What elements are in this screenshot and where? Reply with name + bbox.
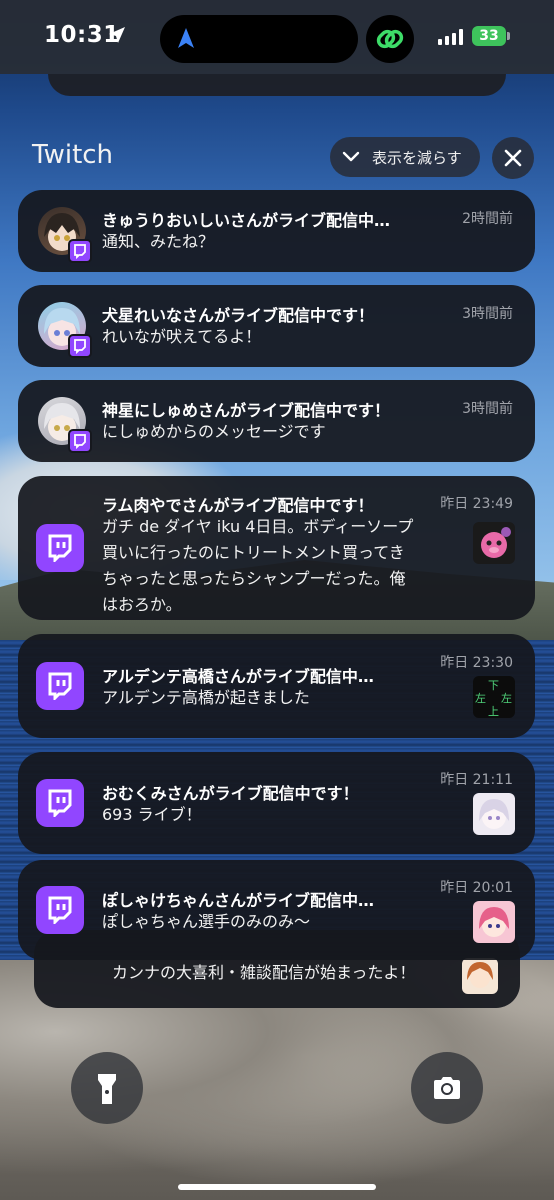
thumbnail-text: 左 (501, 692, 512, 705)
notification-time: 昨日 23:30 (440, 655, 513, 671)
navigation-icon (178, 28, 194, 48)
notification-body: にしゅめからのメッセージです (102, 422, 326, 441)
stream-thumbnail (462, 958, 498, 994)
notification-title: きゅうりおいしいさんがライブ配信中… (102, 211, 391, 230)
notification-time: 3時間前 (462, 401, 513, 417)
notification-time: 昨日 20:01 (440, 880, 513, 896)
notification-time: 2時間前 (462, 211, 513, 227)
notification-title: 神星にしゅめさんがライブ配信中です！ (102, 401, 391, 420)
battery-level: 33 (479, 28, 499, 44)
thumbnail-text: 上 (488, 705, 499, 718)
twitch-icon (36, 886, 84, 934)
thumbnail-text: 左 (475, 692, 486, 705)
notification-title: おむくみさんがライブ配信中です！ (102, 784, 359, 803)
notification-body-line: ちゃったと思ったらシャンプーだった。俺 (102, 569, 406, 588)
notification-body: ガチ de ダイヤ iku 4日目。ボディーソープ 買いに行ったのにトリートメン… (102, 514, 413, 618)
notification-body: ぽしゃちゃん選手のみのみ～ (102, 912, 311, 931)
status-bar: 10:31 33 (0, 0, 554, 74)
stream-thumbnail: 下 左 左 上 (473, 676, 515, 718)
notification-time: 昨日 23:49 (440, 496, 513, 512)
notification-body-line: 買いに行ったのにトリートメント買ってき (102, 543, 405, 562)
notification-body: カンナの大喜利・雑談配信が始まったよ！ (112, 963, 416, 982)
twitch-icon (68, 429, 92, 453)
notification-card[interactable]: ぽしゃけちゃんさんがライブ配信中… 昨日 20:01 ぽしゃちゃん選手のみのみ～ (18, 860, 535, 960)
notification-time: 3時間前 (462, 306, 513, 322)
notification-card[interactable]: ラム肉やでさんがライブ配信中です！ 昨日 23:49 ガチ de ダイヤ iku… (18, 476, 535, 620)
link-icon (376, 29, 404, 49)
notification-body-line: はおろか。 (102, 595, 182, 614)
notification-body-line: ガチ de ダイヤ iku 4日目。ボディーソープ (102, 517, 414, 536)
chevron-down-icon (342, 151, 360, 162)
twitch-icon (68, 334, 92, 358)
home-indicator[interactable] (178, 1184, 376, 1190)
notification-time: 昨日 21:11 (440, 772, 513, 788)
notification-card[interactable]: 犬星れいなさんがライブ配信中です！ 3時間前 れいなが吠えてるよ！ (18, 285, 535, 367)
camera-button[interactable] (411, 1052, 483, 1124)
notification-card[interactable]: おむくみさんがライブ配信中です！ 昨日 21:11 693 ライブ！ (18, 752, 535, 854)
stream-thumbnail (473, 901, 515, 943)
show-less-label: 表示を減らす (372, 149, 462, 167)
twitch-icon (36, 524, 84, 572)
clear-group-button[interactable] (492, 137, 534, 179)
notification-card[interactable]: 神星にしゅめさんがライブ配信中です！ 3時間前 にしゅめからのメッセージです (18, 380, 535, 462)
notification-title: ぽしゃけちゃんさんがライブ配信中… (102, 891, 375, 910)
twitch-icon (36, 662, 84, 710)
notification-card[interactable]: きゅうりおいしいさんがライブ配信中… 2時間前 通知、みたね？ (18, 190, 535, 272)
previous-notification-stack[interactable] (48, 74, 506, 96)
signal-icon (438, 29, 463, 45)
notification-body: 通知、みたね？ (102, 232, 215, 251)
notification-card[interactable]: アルデンテ高橋さんがライブ配信中… 昨日 23:30 アルデンテ高橋が起きました… (18, 634, 535, 738)
camera-icon (434, 1077, 460, 1099)
thumbnail-text: 下 (488, 679, 499, 692)
notification-group-title: Twitch (32, 140, 114, 170)
notification-body: れいなが吠えてるよ！ (102, 327, 262, 346)
stream-thumbnail (473, 793, 515, 835)
notification-title: 犬星れいなさんがライブ配信中です！ (102, 306, 375, 325)
show-less-button[interactable]: 表示を減らす (330, 137, 480, 177)
battery-cap (507, 32, 510, 40)
stream-thumbnail (473, 522, 515, 564)
location-arrow-icon (109, 27, 125, 43)
battery-icon: 33 (472, 26, 506, 46)
twitch-icon (36, 779, 84, 827)
notification-title: アルデンテ高橋さんがライブ配信中… (102, 667, 374, 686)
notification-body: 693 ライブ！ (102, 805, 202, 824)
notification-body: アルデンテ高橋が起きました (102, 688, 310, 707)
live-activity-badge[interactable] (366, 15, 414, 63)
flashlight-button[interactable] (71, 1052, 143, 1124)
twitch-icon (68, 239, 92, 263)
close-icon (504, 149, 522, 167)
flashlight-icon (98, 1074, 116, 1104)
notification-title: ラム肉やでさんがライブ配信中です！ (102, 496, 374, 515)
